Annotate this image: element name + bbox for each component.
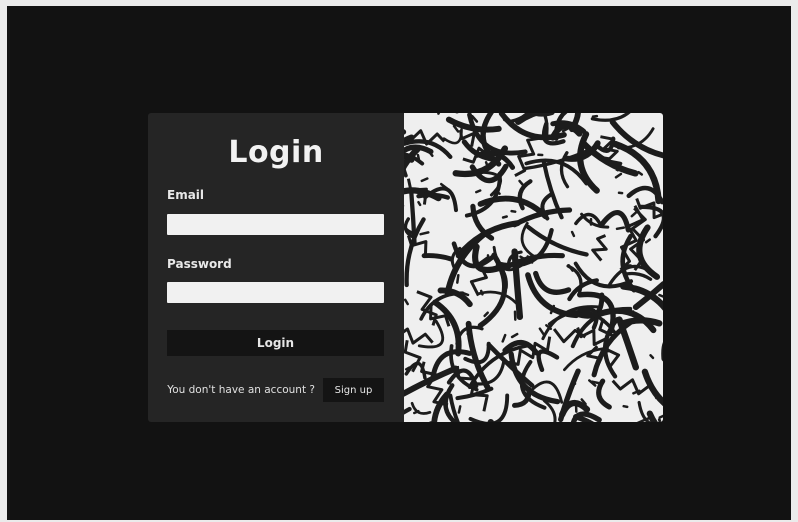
pattern-dash [614, 172, 623, 179]
email-label: Email [167, 188, 205, 202]
email-field[interactable] [167, 214, 384, 235]
pattern-dash [420, 177, 429, 183]
pattern-dash [483, 311, 489, 318]
pattern-stroke [404, 187, 442, 202]
pattern-dash [658, 414, 663, 419]
pattern-dash [484, 161, 489, 169]
decorative-art-panel [404, 113, 663, 422]
no-account-text: You don't have an account ? [167, 384, 315, 396]
pattern-dash [538, 327, 545, 336]
pattern-dash [510, 209, 517, 213]
pattern-stroke [533, 270, 572, 295]
pattern-dash [570, 230, 576, 238]
pattern-dash [649, 354, 655, 360]
pattern-stroke [525, 224, 589, 257]
pattern-zigzag [404, 327, 434, 345]
pattern-dash [457, 405, 462, 414]
pattern-stroke [524, 158, 589, 186]
pattern-dash [615, 226, 626, 231]
pattern-dash [591, 114, 599, 118]
pattern-dash [501, 333, 507, 343]
signup-row: You don't have an account ? Sign up [167, 378, 384, 402]
pattern-zigzag [514, 136, 543, 178]
password-field[interactable] [167, 282, 384, 303]
pattern-dash [626, 310, 635, 314]
pattern-dash [479, 289, 484, 296]
pattern-dash [658, 293, 663, 298]
pattern-stroke [468, 393, 510, 422]
pattern-dash [437, 113, 441, 115]
pattern-stroke [477, 290, 519, 306]
pattern-dash [622, 404, 629, 409]
pattern-dash [590, 380, 601, 385]
page-title: Login [228, 135, 324, 170]
pattern-stroke [404, 406, 412, 415]
pattern-stroke [590, 113, 631, 122]
signup-button[interactable]: Sign up [323, 378, 384, 402]
squiggle-pattern-illustration [404, 113, 663, 422]
password-label: Password [167, 257, 232, 271]
pattern-dash [404, 298, 409, 306]
pattern-zigzag [629, 207, 647, 271]
pattern-dash [466, 332, 473, 336]
pattern-dash [419, 231, 430, 236]
pattern-dash [637, 170, 644, 176]
pattern-dash [501, 215, 508, 219]
pattern-dash [413, 409, 420, 415]
pattern-dash [456, 274, 460, 284]
pattern-stroke [421, 253, 454, 262]
pattern-dash [417, 200, 422, 207]
pattern-dash [475, 189, 482, 194]
pattern-dash [512, 254, 519, 258]
pattern-dash [644, 238, 651, 244]
pattern-stroke [596, 378, 612, 410]
pattern-dash [519, 255, 525, 260]
pattern-dash [601, 156, 611, 160]
pattern-dash [567, 264, 574, 272]
pattern-dash [416, 153, 421, 163]
login-card: Login Email Password Login You don't hav… [148, 113, 663, 422]
pattern-dash [418, 189, 427, 193]
pattern-dash [510, 332, 519, 339]
page-background: Login Email Password Login You don't hav… [7, 6, 791, 520]
pattern-stroke [657, 418, 662, 422]
pattern-dash [630, 209, 639, 218]
pattern-stroke [536, 349, 560, 373]
pattern-stroke [625, 271, 653, 281]
pattern-zigzag [591, 234, 608, 262]
pattern-dash [570, 382, 577, 387]
pattern-dash [404, 366, 411, 371]
login-button[interactable]: Login [167, 330, 384, 356]
login-form-panel: Login Email Password Login You don't hav… [148, 113, 404, 422]
pattern-stroke [417, 319, 445, 349]
pattern-dash [486, 254, 491, 261]
pattern-stroke [542, 399, 557, 422]
